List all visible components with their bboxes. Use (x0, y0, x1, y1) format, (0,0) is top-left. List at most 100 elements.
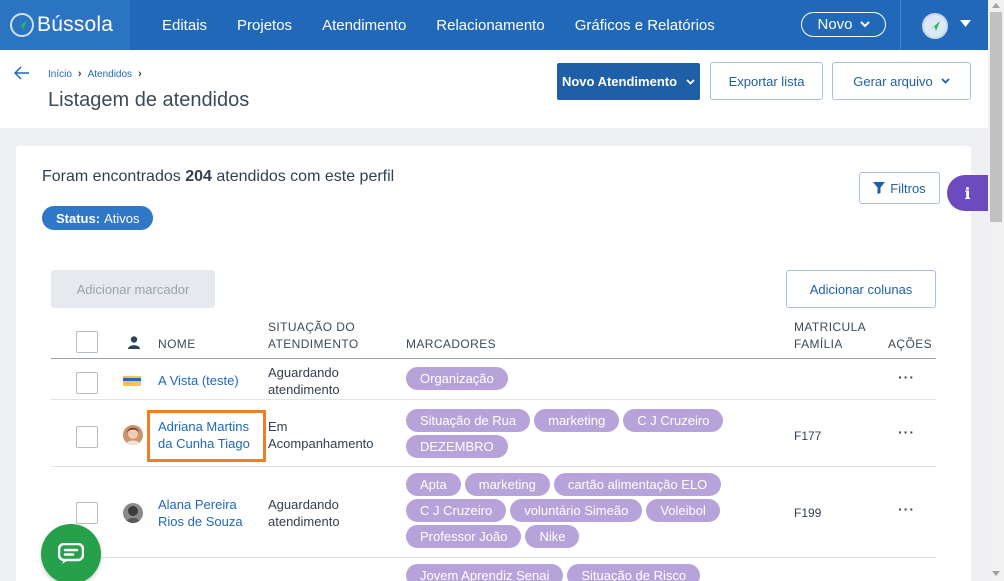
row-name-line2: Rios de Souza (158, 514, 243, 529)
row-divider (51, 466, 936, 467)
nav-editais[interactable]: Editais (162, 17, 207, 34)
status-filter-badge[interactable]: Status: Ativos (42, 206, 154, 230)
page-title: Listagem de atendidos (48, 89, 250, 111)
row-actions-menu[interactable]: ··· (898, 424, 915, 440)
nav-graficos-relatorios[interactable]: Gráficos e Relatórios (575, 17, 715, 34)
row-tags: Apta marketing cartão alimentação ELO C … (406, 473, 776, 548)
tag[interactable]: voluntário Simeão (510, 499, 643, 522)
tag[interactable]: DEZEMBRO (406, 435, 508, 458)
app-name: Bússola (37, 13, 114, 36)
chevron-down-icon (686, 78, 695, 85)
person-icon (128, 336, 140, 349)
select-all-checkbox[interactable] (76, 331, 98, 353)
avatar (123, 503, 143, 523)
nav-projetos[interactable]: Projetos (237, 17, 292, 34)
breadcrumb: Início › Atendidos › (48, 68, 142, 80)
tag[interactable]: Situação de Risco (567, 564, 701, 581)
row-situacao-line2: atendimento (268, 382, 340, 397)
avatar (123, 425, 143, 445)
app-logo[interactable]: Bússola (0, 0, 130, 50)
row-divider (51, 557, 936, 558)
row-name[interactable]: A Vista (teste) (158, 372, 239, 389)
results-count: 204 (185, 168, 212, 185)
scroll-down-arrow-icon[interactable] (992, 571, 1000, 576)
adicionar-marcador-label: Adicionar marcador (76, 281, 190, 297)
status-value: Ativos (104, 210, 140, 226)
caret-down-icon[interactable] (960, 20, 971, 27)
tag[interactable]: Jovem Aprendiz Senai (406, 564, 564, 581)
breadcrumb-atendidos[interactable]: Atendidos (88, 69, 132, 80)
tag[interactable]: Apta (406, 473, 461, 496)
filter-icon (873, 182, 886, 194)
row-checkbox[interactable] (76, 426, 98, 448)
scroll-thumb[interactable] (990, 12, 1002, 222)
chevron-down-icon (859, 21, 870, 28)
tag[interactable]: Organização (406, 367, 508, 390)
filtros-label: Filtros (890, 180, 926, 196)
tag[interactable]: Professor João (406, 525, 522, 548)
row-matricula: F177 (794, 429, 822, 443)
tag[interactable]: C J Cruzeiro (623, 409, 724, 432)
tag[interactable]: Situação de Rua (406, 409, 531, 432)
nav-divider (900, 0, 901, 50)
row-situacao-line1: Em (268, 419, 288, 434)
row-name[interactable]: Adriana Martins da Cunha Tiago (158, 418, 250, 452)
column-header-situacao[interactable]: SITUAÇÃO DO ATENDIMENTO (268, 319, 359, 353)
breadcrumb-separator-icon: › (77, 68, 82, 80)
info-side-tab[interactable]: i (947, 175, 988, 211)
row-matricula: F199 (794, 506, 822, 520)
exportar-lista-label: Exportar lista (728, 73, 805, 89)
nav-atendimento[interactable]: Atendimento (322, 17, 406, 34)
row-situacao-line2: atendimento (268, 514, 340, 529)
row-name[interactable]: Alana Pereira Rios de Souza (158, 496, 243, 530)
column-header-matricula[interactable]: MATRICULA FAMÍLIA (794, 319, 866, 353)
info-icon: i (964, 183, 971, 203)
results-summary: Foram encontrados 204 atendidos com este… (42, 168, 394, 186)
status-key: Status: (56, 210, 101, 226)
tag[interactable]: Nike (525, 525, 580, 548)
novo-atendimento-button[interactable]: Novo Atendimento (557, 63, 700, 100)
row-name-line2: da Cunha Tiago (158, 436, 250, 451)
tag[interactable]: marketing (464, 473, 550, 496)
row-checkbox[interactable] (76, 502, 98, 524)
page-header: Início › Atendidos › Listagem de atendid… (0, 50, 988, 128)
column-header-situacao-line2: ATENDIMENTO (268, 337, 359, 351)
column-header-marcadores[interactable]: MARCADORES (406, 336, 496, 353)
column-header-matricula-line2: FAMÍLIA (794, 337, 843, 351)
page-scrollbar[interactable] (988, 0, 1004, 581)
chat-button[interactable] (41, 524, 101, 581)
tag[interactable]: cartão alimentação ELO (553, 473, 722, 496)
tag[interactable]: C J Cruzeiro (406, 499, 507, 522)
row-tags: Jovem Aprendiz Senai Situação de Risco (406, 564, 776, 581)
row-actions-menu[interactable]: ··· (898, 501, 915, 517)
breadcrumb-inicio[interactable]: Início (48, 69, 72, 80)
tag[interactable]: marketing (534, 409, 620, 432)
row-situacao: Aguardando atendimento (268, 364, 340, 398)
novo-dropdown-button[interactable]: Novo (801, 12, 886, 37)
back-arrow-icon[interactable] (14, 66, 30, 80)
row-situacao-line2: Acompanhamento (268, 436, 374, 451)
row-situacao: Aguardando atendimento (268, 496, 340, 530)
header-divider (51, 358, 936, 359)
row-situacao: Em Acompanhamento (268, 418, 374, 452)
results-prefix: Foram encontrados (42, 168, 181, 185)
scroll-up-arrow-icon[interactable] (992, 3, 1000, 8)
row-situacao-line1: Aguardando (268, 497, 339, 512)
adicionar-colunas-button[interactable]: Adicionar colunas (786, 270, 936, 308)
exportar-lista-button[interactable]: Exportar lista (710, 62, 823, 100)
row-checkbox[interactable] (76, 372, 98, 394)
row-situacao-line1: Aguardando (268, 365, 339, 380)
adicionar-marcador-button[interactable]: Adicionar marcador (51, 270, 215, 308)
column-header-nome[interactable]: NOME (158, 336, 196, 353)
gerar-arquivo-button[interactable]: Gerar arquivo (832, 62, 971, 100)
row-actions-menu[interactable]: ··· (898, 369, 915, 385)
row-tags: Situação de Rua marketing C J Cruzeiro D… (406, 409, 776, 458)
column-header-situacao-line1: SITUAÇÃO DO (268, 320, 356, 334)
filtros-button[interactable]: Filtros (859, 172, 940, 204)
compass-icon (10, 13, 34, 37)
tag[interactable]: Voleibol (646, 499, 720, 522)
gerar-arquivo-label: Gerar arquivo (853, 73, 933, 89)
user-avatar[interactable] (922, 13, 948, 39)
row-divider (51, 399, 936, 400)
nav-relacionamento[interactable]: Relacionamento (436, 17, 544, 34)
